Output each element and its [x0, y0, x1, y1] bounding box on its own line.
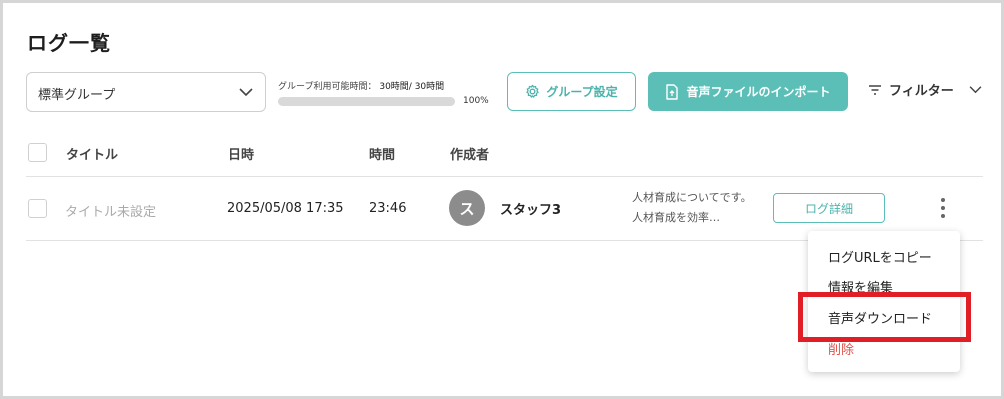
row-datetime: 2025/05/08 17:35 [227, 201, 344, 216]
header-datetime: 日時 [228, 148, 255, 163]
usage-label-text: グループ利用可能時間： [278, 82, 377, 92]
usage-value: 30時間/ 30時間 [379, 82, 445, 92]
filter-icon [869, 84, 881, 95]
log-detail-button[interactable]: ログ詳細 [773, 193, 885, 223]
header-duration: 時間 [369, 148, 396, 163]
usage-label: グループ利用可能時間： 30時間/ 30時間 [278, 79, 444, 92]
header-creator: 作成者 [450, 148, 490, 163]
menu-item-copy-url[interactable]: ログURLをコピー [828, 247, 932, 266]
chevron-down-icon [969, 86, 982, 94]
avatar: ス [449, 190, 485, 226]
chevron-down-icon [239, 88, 253, 97]
row-summary: 人材育成についてです。人材育成を効率… [632, 191, 752, 224]
import-audio-label: 音声ファイルのインポート [686, 85, 831, 99]
filter-label: フィルター [889, 84, 954, 99]
page-title: ログ一覧 [27, 31, 111, 55]
select-all-checkbox[interactable] [28, 143, 47, 162]
highlight-box [798, 292, 971, 342]
usage-percent: 100% [463, 96, 489, 106]
file-upload-icon [666, 83, 679, 100]
filter-toggle[interactable]: フィルター [868, 80, 982, 99]
import-audio-button[interactable]: 音声ファイルのインポート [648, 72, 848, 111]
header-divider [26, 176, 983, 177]
usage-progress-fill [278, 97, 455, 106]
header-title: タイトル [66, 148, 119, 163]
group-select-value: 標準グループ [38, 88, 116, 103]
usage-progress-bar [278, 97, 455, 106]
group-settings-label: グループ設定 [546, 85, 618, 99]
group-settings-button[interactable]: グループ設定 [507, 72, 636, 111]
row-duration: 23:46 [369, 201, 407, 216]
group-select[interactable]: 標準グループ [26, 72, 266, 112]
gear-icon [526, 84, 540, 98]
row-checkbox[interactable] [28, 199, 47, 218]
row-creator: スタッフ3 [500, 203, 562, 218]
more-options-icon[interactable] [933, 196, 953, 220]
row-title[interactable]: タイトル未設定 [65, 201, 156, 220]
